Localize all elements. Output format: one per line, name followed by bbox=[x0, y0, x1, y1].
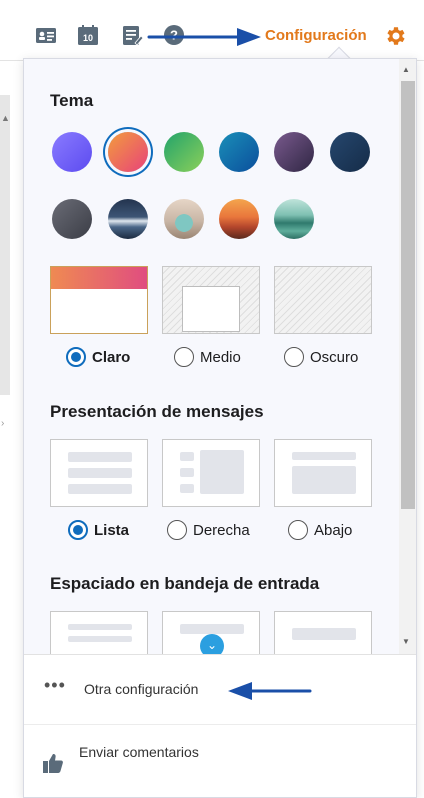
preview-bar bbox=[68, 624, 132, 630]
radio-label: Medio bbox=[200, 348, 241, 366]
layout-card-right[interactable] bbox=[162, 439, 260, 507]
settings-panel: Tema Claro Medio Oscuro Presentación de … bbox=[23, 58, 417, 798]
background-scrollbar bbox=[0, 95, 10, 395]
svg-text:?: ? bbox=[170, 28, 178, 43]
theme-mode-card-dark[interactable] bbox=[274, 266, 372, 334]
theme-swatch-sunset[interactable] bbox=[219, 199, 259, 239]
layout-card-list[interactable] bbox=[50, 439, 148, 507]
preview-bar bbox=[180, 468, 194, 477]
background-scroll-up-icon: ▲ bbox=[1, 113, 10, 123]
notes-icon[interactable] bbox=[121, 24, 143, 46]
more-dots-icon: ••• bbox=[44, 675, 66, 695]
settings-scroll-area[interactable]: Tema Claro Medio Oscuro Presentación de … bbox=[24, 59, 416, 654]
contact-card-icon[interactable] bbox=[35, 24, 57, 46]
layout-title: Presentación de mensajes bbox=[50, 402, 264, 421]
preview-bar bbox=[292, 452, 356, 460]
theme-title: Tema bbox=[50, 91, 94, 110]
expand-chevron-down-icon[interactable]: ⌄ bbox=[200, 634, 224, 654]
theme-swatch-blue[interactable] bbox=[219, 132, 259, 172]
theme-swatch-mountain[interactable] bbox=[108, 199, 148, 239]
spacing-title: Espaciado en bandeja de entrada bbox=[50, 574, 320, 593]
settings-label[interactable]: Configuración bbox=[265, 27, 367, 44]
preview-bar bbox=[68, 484, 132, 494]
preview-reading-pane bbox=[200, 450, 244, 494]
radio-dot bbox=[288, 520, 308, 540]
calendar-icon[interactable]: 10 bbox=[77, 24, 99, 46]
layout-radio-list[interactable]: Lista bbox=[68, 520, 129, 540]
preview-reading-pane bbox=[292, 466, 356, 494]
preview-bar bbox=[180, 452, 194, 461]
more-settings-row[interactable]: ••• Otra configuración bbox=[24, 655, 416, 725]
scroll-down-icon[interactable]: ▼ bbox=[402, 637, 410, 646]
help-icon[interactable]: ? bbox=[163, 24, 185, 46]
spacing-card-1[interactable] bbox=[50, 611, 148, 654]
radio-dot bbox=[66, 347, 86, 367]
background-chevron-icon: › bbox=[1, 418, 5, 429]
theme-mode-card-medium[interactable] bbox=[162, 266, 260, 334]
radio-dot bbox=[167, 520, 187, 540]
spacing-card-3[interactable] bbox=[274, 611, 372, 654]
theme-swatch-orange-pink[interactable] bbox=[108, 132, 148, 172]
panel-scrollbar-thumb[interactable] bbox=[401, 81, 415, 509]
panel-footer: ••• Otra configuración Enviar comentario… bbox=[24, 654, 416, 797]
layout-card-bottom[interactable] bbox=[274, 439, 372, 507]
preview-bar bbox=[68, 468, 132, 478]
theme-mode-card-light[interactable] bbox=[50, 266, 148, 334]
preview-bar bbox=[292, 628, 356, 640]
radio-label: Abajo bbox=[314, 521, 353, 539]
preview-bar bbox=[68, 452, 132, 462]
radio-dot bbox=[284, 347, 304, 367]
radio-dot bbox=[174, 347, 194, 367]
preview-bar bbox=[180, 484, 194, 493]
radio-label: Claro bbox=[92, 348, 131, 366]
top-toolbar: 10 ? Configuración bbox=[0, 0, 424, 60]
more-settings-label: Otra configuración bbox=[84, 681, 199, 697]
theme-swatch-bus[interactable] bbox=[164, 199, 204, 239]
radio-label: Oscuro bbox=[310, 348, 359, 366]
radio-label: Derecha bbox=[193, 521, 250, 539]
theme-mode-radio-light[interactable]: Claro bbox=[66, 347, 130, 367]
layout-radio-right[interactable]: Derecha bbox=[167, 520, 250, 540]
preview-bar bbox=[180, 624, 244, 634]
preview-bar bbox=[68, 636, 132, 642]
theme-swatch-violet[interactable] bbox=[52, 132, 92, 172]
card-header-strip bbox=[51, 267, 147, 289]
radio-label: Lista bbox=[94, 521, 130, 539]
gear-icon[interactable] bbox=[384, 24, 408, 48]
radio-dot bbox=[68, 520, 88, 540]
theme-swatch-green[interactable] bbox=[164, 132, 204, 172]
theme-swatch-gray[interactable] bbox=[52, 199, 92, 239]
card-inner-window bbox=[182, 286, 240, 332]
theme-swatch-lake[interactable] bbox=[274, 199, 314, 239]
feedback-label[interactable]: Enviar comentarios bbox=[79, 739, 229, 765]
theme-mode-radio-dark[interactable]: Oscuro bbox=[284, 347, 358, 367]
theme-swatch-navy[interactable] bbox=[330, 132, 370, 172]
theme-mode-radio-medium[interactable]: Medio bbox=[174, 347, 241, 367]
thumbs-up-icon[interactable] bbox=[42, 752, 64, 774]
layout-radio-bottom[interactable]: Abajo bbox=[288, 520, 352, 540]
theme-swatch-dark-purple[interactable] bbox=[274, 132, 314, 172]
scroll-up-icon[interactable]: ▲ bbox=[402, 65, 410, 74]
calendar-day: 10 bbox=[83, 33, 93, 43]
